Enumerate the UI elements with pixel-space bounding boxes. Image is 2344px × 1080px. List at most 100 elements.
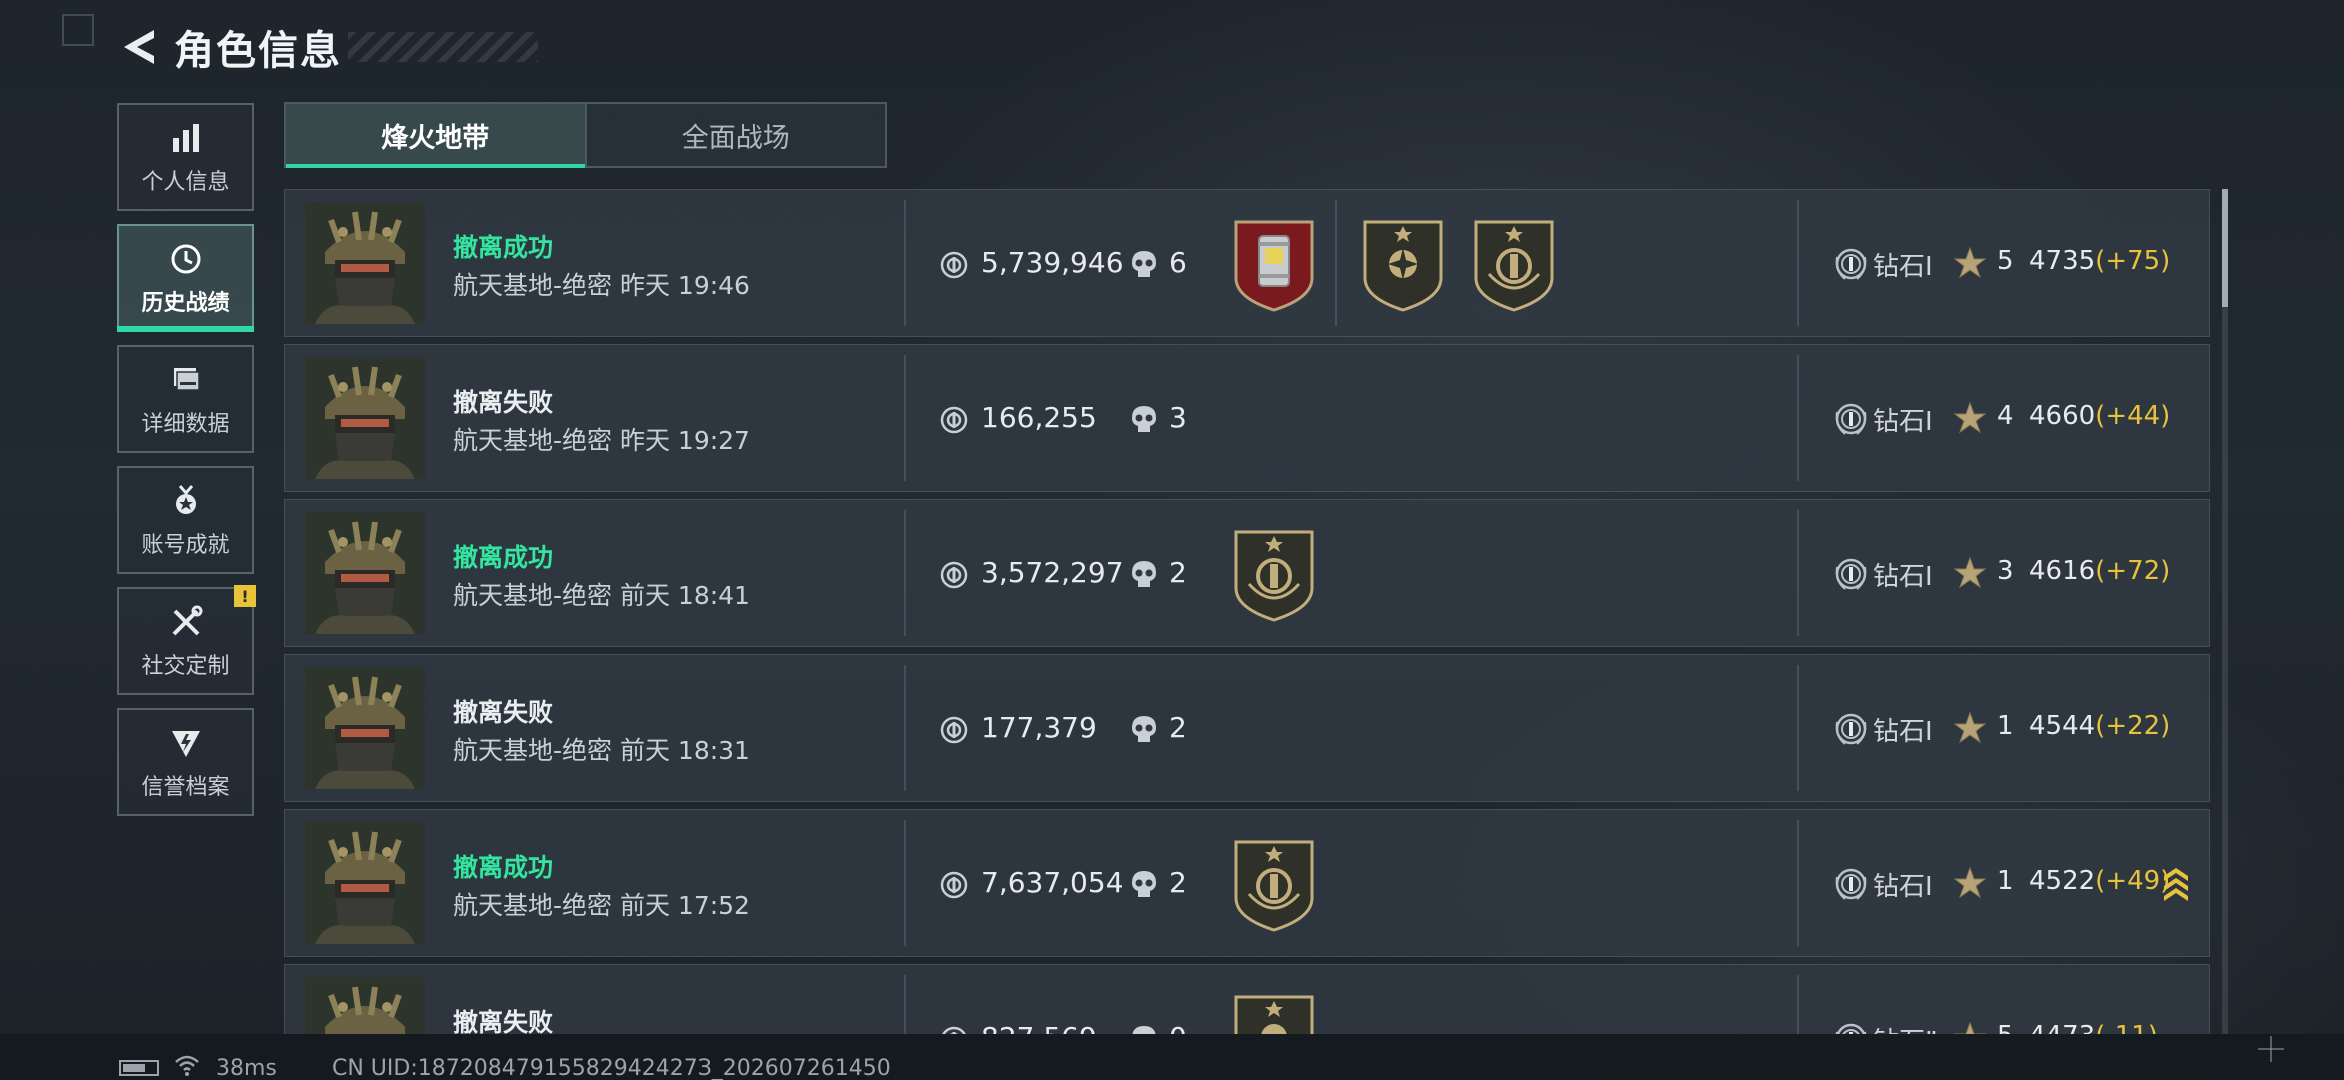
rank-label: 钻石Ⅰ (1873, 872, 1933, 902)
rank-diamond-icon (1835, 403, 1867, 435)
sidebar-item-clock-history[interactable]: 历史战绩 (117, 224, 254, 332)
loot-value: 3,572,297 (981, 556, 1124, 589)
divider (1797, 665, 1799, 791)
divider (904, 355, 906, 481)
match-history-list[interactable]: 撤离成功 航天基地-绝密 昨天 19:46 5,739,946 6 钻石Ⅰ 5 … (284, 189, 2210, 1034)
page-title: 角色信息 (174, 28, 342, 74)
rank-label: 钻石Ⅰ (1873, 407, 1933, 437)
extraction-result: 撤离失败 (453, 698, 554, 727)
match-row[interactable]: 撤离失败 航天基地-绝密 前天 18:31 177,379 2 钻石Ⅰ 1 45… (284, 654, 2210, 802)
currency-icon (940, 561, 968, 589)
score-value: 4735 (2029, 246, 2096, 276)
rank-score: 4660(+44) (2029, 401, 2170, 431)
star-count: 5 (1997, 1021, 2014, 1034)
sidebar-item-label: 信誉档案 (141, 775, 230, 800)
sidebar-item-folder-data[interactable]: 详细数据 (117, 345, 254, 453)
match-row[interactable]: 撤离成功 航天基地-绝密 前天 17:52 7,637,054 2 钻石Ⅰ 1 … (284, 809, 2210, 957)
match-row[interactable]: 撤离成功 航天基地-绝密 前天 18:41 3,572,297 2 钻石Ⅰ 3 … (284, 499, 2210, 647)
kill-count: 2 (1169, 866, 1187, 899)
tab-0[interactable]: 烽火地带 (286, 104, 585, 168)
divider (904, 510, 906, 636)
star-count: 4 (1997, 401, 2014, 431)
score-value: 4616 (2029, 556, 2096, 586)
rank-up-chevron-icon (2164, 868, 2188, 901)
red-container-badge[interactable] (1231, 218, 1317, 312)
folder-data-icon (166, 360, 206, 400)
emblem-coin-badge[interactable] (1231, 838, 1317, 932)
extraction-result: 撤离失败 (453, 1008, 554, 1034)
extraction-result: 撤离成功 (453, 853, 554, 882)
divider (904, 820, 906, 946)
map-and-time: 航天基地-绝密 昨天 19:46 (453, 271, 750, 300)
skull-icon (1132, 1026, 1156, 1034)
sidebar-item-label: 详细数据 (141, 412, 230, 437)
kill-count: 2 (1169, 711, 1187, 744)
skull-icon (1132, 561, 1156, 587)
divider (904, 200, 906, 326)
user-uid: CN UID:18720847915582942427З_20260726145… (332, 1056, 891, 1080)
currency-icon (940, 871, 968, 899)
kill-count: 2 (1169, 556, 1187, 589)
rank-label: 钻石Ⅰ (1873, 717, 1933, 747)
emblem-coin-badge[interactable] (1231, 528, 1317, 622)
score-delta: (+22) (2095, 711, 2171, 741)
kill-count: 6 (1169, 246, 1187, 279)
divider (1797, 820, 1799, 946)
rank-label: 钻石Ⅰ (1873, 252, 1933, 282)
emblem-skull-badge[interactable] (1231, 993, 1317, 1034)
score-value: 4544 (2029, 711, 2096, 741)
score-value: 4473 (2029, 1021, 2095, 1034)
wrench-tools-icon (166, 602, 206, 642)
sidebar-item-bar-chart[interactable]: 个人信息 (117, 103, 254, 211)
match-row[interactable]: 撤离成功 航天基地-绝密 昨天 19:46 5,739,946 6 钻石Ⅰ 5 … (284, 189, 2210, 337)
star-icon (1953, 401, 1987, 434)
star-count: 1 (1997, 866, 2014, 896)
extraction-result: 撤离成功 (453, 543, 554, 572)
loot-value: 5,739,946 (981, 246, 1124, 279)
divider (904, 665, 906, 791)
score-delta: (+72) (2095, 556, 2171, 586)
rank-score: 4616(+72) (2029, 556, 2170, 586)
divider (1797, 355, 1799, 481)
operator-avatar (305, 512, 425, 634)
loot-value: 166,255 (981, 401, 1097, 434)
sidebar-item-label: 账号成就 (141, 533, 230, 558)
currency-icon (940, 716, 968, 744)
score-delta: (+44) (2095, 401, 2171, 431)
sidebar-item-wrench-tools[interactable]: 社交定制 ! (117, 585, 256, 695)
loot-value: 177,379 (981, 711, 1097, 744)
rank-diamond-icon (1835, 713, 1867, 745)
map-and-time: 航天基地-绝密 昨天 19:27 (453, 426, 750, 455)
alert-badge: ! (234, 585, 256, 607)
divider (1797, 200, 1799, 326)
kill-count: 3 (1169, 401, 1187, 434)
rank-score: 4544(+22) (2029, 711, 2170, 741)
star-icon (1953, 246, 1987, 279)
back-button[interactable] (118, 24, 160, 70)
operator-avatar (305, 822, 425, 944)
match-row[interactable]: 撤离失败 航天基地-绝密 昨天 19:27 166,255 3 钻石Ⅰ 4 46… (284, 344, 2210, 492)
star-count: 5 (1997, 246, 2014, 276)
operator-avatar (305, 202, 425, 324)
battery-icon (119, 1060, 159, 1076)
scrollbar[interactable] (2222, 189, 2228, 1034)
rank-label: 钻石Ⅱ (1873, 1021, 1938, 1034)
currency-icon (940, 406, 968, 434)
emblem-coin-badge[interactable] (1471, 218, 1557, 312)
operator-avatar (305, 977, 425, 1034)
rank-score: 4473(-11) (2029, 1021, 2158, 1034)
currency-icon (942, 1026, 966, 1034)
match-row[interactable]: 撤离失败 827,569 0 钻石Ⅱ 5 4473(-11) (284, 964, 2210, 1034)
scroll-thumb[interactable] (2222, 189, 2228, 307)
skull-icon (1132, 406, 1156, 432)
page-header: 角色信息 (118, 22, 538, 74)
star-count: 1 (1997, 711, 2014, 741)
tab-1[interactable]: 全面战场 (584, 104, 886, 166)
sidebar-item-shield-bolt[interactable]: 信誉档案 (117, 708, 254, 816)
sidebar-item-medal[interactable]: 账号成就 (117, 466, 254, 574)
score-delta: (+49) (2095, 866, 2171, 896)
emblem-star-badge[interactable] (1360, 218, 1446, 312)
corner-frame-icon (62, 14, 94, 46)
sidebar-item-label: 社交定制 (141, 654, 230, 679)
star-icon (1953, 556, 1987, 589)
